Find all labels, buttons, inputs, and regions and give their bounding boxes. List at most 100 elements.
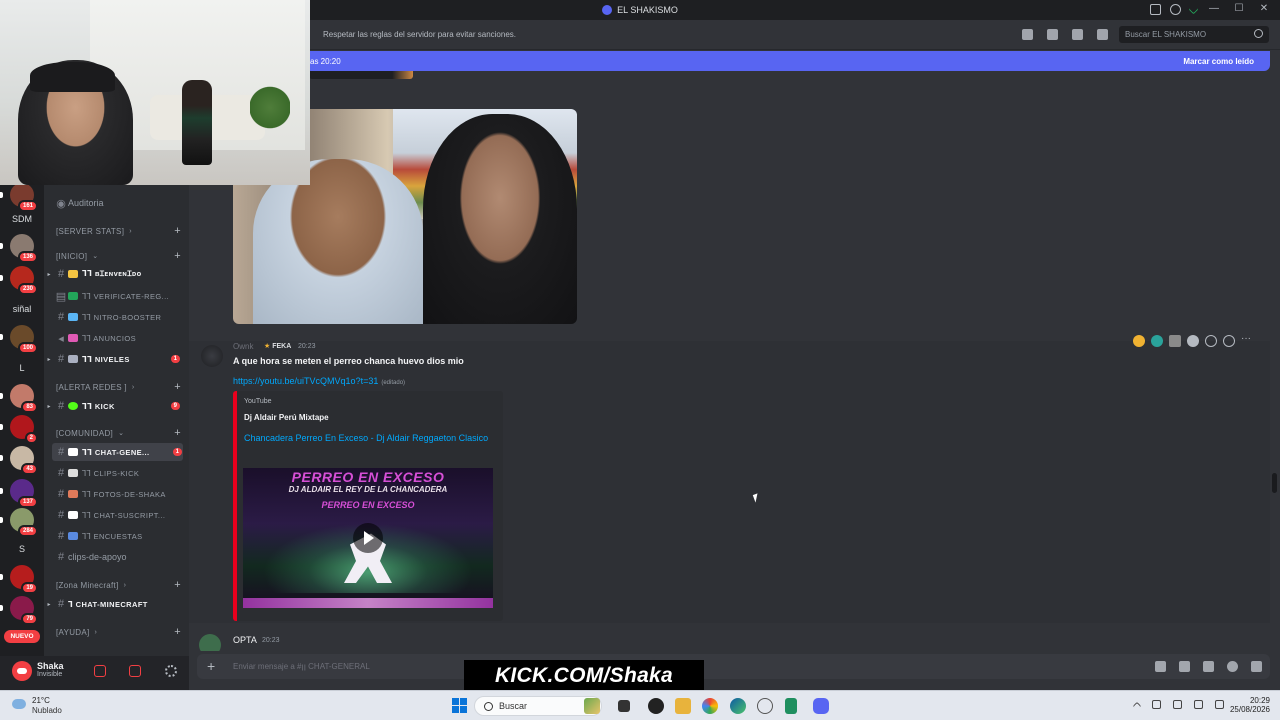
message-list[interactable]: Ownk ★ FEKA 20:23 A que hora se meten el… — [189, 71, 1280, 651]
wifi-icon[interactable] — [1194, 700, 1203, 709]
search-input[interactable]: Buscar EL SHAKISMO — [1119, 26, 1269, 43]
headphones-muted-icon[interactable] — [129, 665, 141, 677]
server-icon[interactable]: 137 — [10, 479, 38, 508]
task-view-icon[interactable] — [618, 700, 630, 712]
server-icon[interactable]: 79 — [10, 596, 38, 625]
category-inicio[interactable]: [INICIO] ⌄ + — [56, 249, 181, 263]
server-icon[interactable]: 19 — [10, 565, 38, 594]
member-list-icon[interactable] — [1097, 29, 1108, 40]
add-channel-icon[interactable]: + — [174, 381, 181, 393]
inbox-icon[interactable] — [1150, 3, 1161, 15]
embed-author[interactable]: Dj Aldair Perú Mixtape — [244, 413, 329, 422]
help-icon[interactable] — [1170, 3, 1181, 15]
pin-icon[interactable] — [1072, 29, 1083, 40]
sidebar-item-audit[interactable]: ◉ Auditoria — [44, 194, 189, 212]
taskbar-clock[interactable]: 20:29 25/08/2026 — [1226, 696, 1270, 714]
video-thumbnail[interactable]: PERREO EN EXCESO DJ ALDAIR EL REY DE LA … — [243, 468, 493, 608]
notepad-icon[interactable] — [785, 698, 797, 714]
add-channel-icon[interactable]: + — [174, 626, 181, 638]
minimize-button[interactable]: — — [1206, 3, 1222, 15]
microphone-muted-icon[interactable] — [94, 665, 106, 677]
gif-icon[interactable] — [1179, 661, 1190, 672]
microphone-icon[interactable] — [1173, 700, 1182, 709]
reaction-emoji-icon[interactable] — [1133, 335, 1145, 347]
emoji-icon[interactable] — [1227, 661, 1238, 672]
settings-app-icon[interactable] — [757, 698, 773, 714]
scrollbar-thumb[interactable] — [1272, 473, 1277, 493]
apps-icon[interactable] — [1251, 661, 1262, 672]
maximize-button[interactable]: ☐ — [1231, 3, 1247, 15]
chrome-icon[interactable] — [702, 698, 718, 714]
sidebar-item-niveles[interactable]: ▸ # ꞁꞁ niveles 1 — [44, 350, 189, 368]
server-label[interactable]: S — [6, 544, 38, 554]
windows-start-icon[interactable] — [452, 698, 467, 713]
close-button[interactable]: ✕ — [1256, 3, 1272, 15]
server-icon[interactable]: 284 — [10, 508, 38, 537]
message-author[interactable]: Ownk — [233, 342, 253, 351]
sidebar-item-bienvenido[interactable]: ▸ # ꞁꞁ ʙɪᴇɴᴠᴇɴɪᴅᴏ — [44, 265, 189, 283]
sidebar-item-chat-minecraft[interactable]: ▸ # ꞁ chat-minecraft — [44, 595, 189, 613]
play-icon[interactable] — [353, 523, 383, 553]
file-explorer-icon[interactable] — [675, 698, 691, 714]
add-reaction-icon[interactable] — [1187, 335, 1199, 347]
more-options-icon[interactable]: ··· — [1241, 334, 1253, 347]
volume-icon[interactable] — [1215, 700, 1224, 709]
embed-title[interactable]: Chancadera Perreo En Exceso - Dj Aldair … — [244, 432, 494, 445]
sidebar-item-verificate[interactable]: ▤ ꞁꞁ verificate-reg... — [44, 287, 189, 305]
gear-icon[interactable] — [165, 665, 177, 677]
sidebar-item-clips-kick[interactable]: # ꞁꞁ clips-kick — [44, 464, 189, 482]
obs-icon[interactable] — [648, 698, 664, 714]
network-icon[interactable] — [1152, 700, 1161, 709]
category-server-stats[interactable]: [SERVER STATS] › + — [56, 224, 181, 238]
server-icon[interactable]: 161 — [10, 183, 38, 212]
threads-icon[interactable] — [1022, 29, 1033, 40]
reply-icon[interactable] — [1205, 335, 1217, 347]
chevron-up-icon[interactable] — [1132, 701, 1142, 711]
sidebar-item-fotos-de-shaka[interactable]: # ꞁꞁ fotos-de-shaka — [44, 485, 189, 503]
sidebar-item-clips-de-apoyo[interactable]: # clips-de-apoyo — [44, 548, 189, 566]
message-author[interactable]: OPTA — [233, 635, 257, 645]
message-link[interactable]: https://youtu.be/uiTVcQMVq1o?t=31 (editad… — [233, 376, 405, 386]
server-tag[interactable]: ★ FEKA — [264, 342, 291, 350]
message-composer[interactable]: + Enviar mensaje a #ꞁꞁ CHAT-GENERAL — [197, 654, 1270, 679]
new-unreads-pill[interactable]: NUEVO — [4, 630, 40, 643]
reaction-emoji-icon[interactable] — [1169, 335, 1181, 347]
category-alerta-redes[interactable]: [ALERTA REDES ] › + — [56, 380, 181, 394]
server-icon[interactable]: 2 — [10, 415, 38, 444]
sidebar-item-anuncios[interactable]: ◂ ꞁꞁ anuncios — [44, 329, 189, 347]
sidebar-item-encuestas[interactable]: # ꞁꞁ encuestas — [44, 527, 189, 545]
server-label[interactable]: L — [6, 363, 38, 373]
sidebar-item-chat-suscriptores[interactable]: # ꞁꞁ chat-suscript... — [44, 506, 189, 524]
weather-temperature[interactable]: 21°C — [32, 696, 50, 705]
category-ayuda[interactable]: [AYUDA] › + — [56, 625, 181, 639]
gift-icon[interactable] — [1155, 661, 1166, 672]
server-icon[interactable]: 230 — [10, 266, 38, 295]
server-icon[interactable]: 136 — [10, 234, 38, 263]
new-messages-bar[interactable]: as 20:20 Marcar como leído — [305, 51, 1270, 71]
sticker-icon[interactable] — [1203, 661, 1214, 672]
add-channel-icon[interactable]: + — [174, 427, 181, 439]
avatar[interactable] — [201, 345, 223, 367]
add-channel-icon[interactable]: + — [174, 250, 181, 262]
search-highlight-icon[interactable] — [584, 698, 600, 714]
avatar[interactable] — [199, 634, 221, 651]
server-label[interactable]: siñal — [6, 304, 38, 314]
taskbar-search[interactable]: Buscar — [474, 696, 602, 716]
server-icon[interactable]: 100 — [10, 325, 38, 354]
notification-bell-icon[interactable] — [1047, 29, 1058, 40]
edge-icon[interactable] — [730, 698, 746, 714]
sidebar-item-nitro-booster[interactable]: # ꞁꞁ nitro-booster — [44, 308, 189, 326]
discord-app-icon[interactable] — [813, 698, 829, 714]
server-icon[interactable]: 83 — [10, 384, 38, 413]
add-channel-icon[interactable]: + — [174, 225, 181, 237]
category-zona-minecraft[interactable]: [Zona Minecraft] › + — [56, 578, 181, 592]
upload-plus-icon[interactable]: + — [207, 658, 215, 674]
forward-icon[interactable] — [1223, 335, 1235, 347]
reaction-emoji-icon[interactable] — [1151, 335, 1163, 347]
sidebar-item-chat-general[interactable]: # ꞁꞁ chat-gene... 1 — [52, 443, 183, 461]
server-label[interactable]: SDM — [6, 214, 38, 224]
mark-as-read-button[interactable]: Marcar como leído — [1183, 57, 1254, 66]
server-icon[interactable]: 43 — [10, 446, 38, 475]
download-icon[interactable] — [1188, 4, 1199, 14]
sidebar-item-kick[interactable]: ▸ # ꞁꞁ kick 9 — [44, 397, 189, 415]
